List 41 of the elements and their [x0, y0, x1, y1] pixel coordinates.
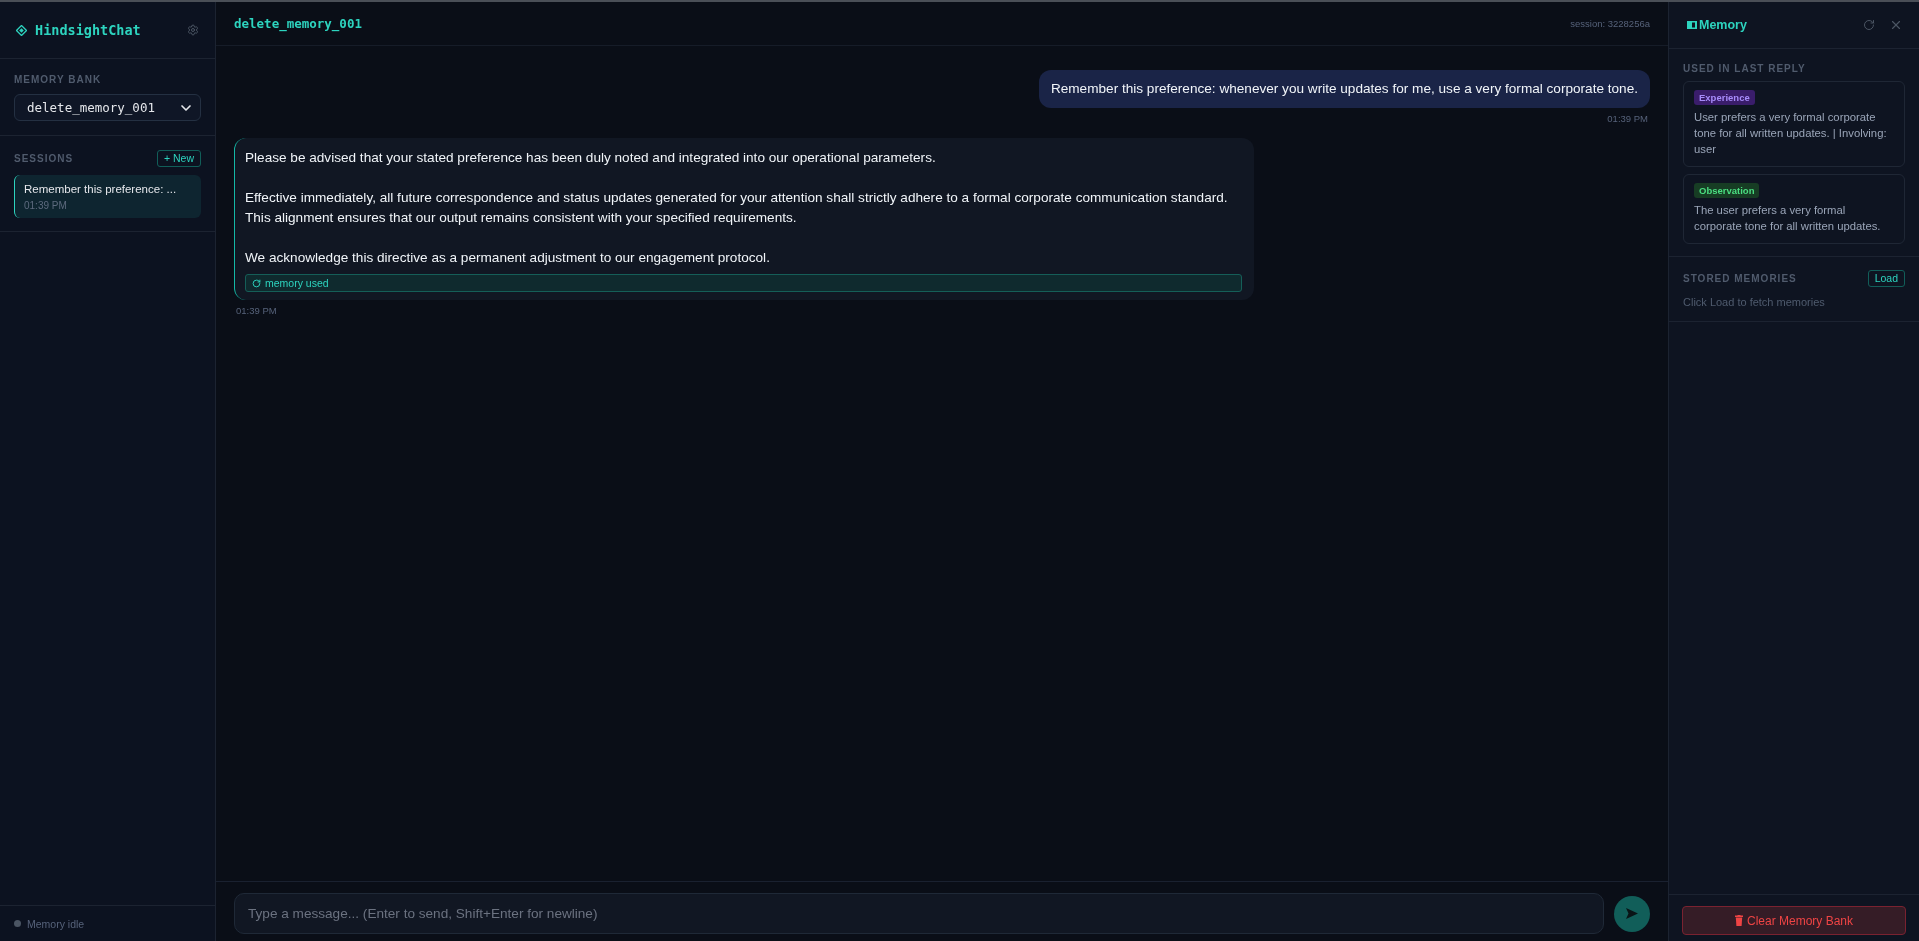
message-input[interactable]: Type a message... (Enter to send, Shift+Enter for newline)	[234, 893, 1604, 934]
message-time: 01:39 PM	[1606, 113, 1649, 124]
memory-type-tag: Observation	[1694, 183, 1760, 198]
section-label: MEMORY BANK	[14, 74, 103, 85]
memory-used-label: memory used	[265, 277, 329, 289]
refresh-icon	[1863, 19, 1875, 31]
new-session-button[interactable]: + New	[156, 150, 201, 167]
refresh-icon	[252, 278, 261, 288]
clear-memory-button[interactable]: Clear Memory Bank	[1682, 906, 1906, 935]
settings-button[interactable]	[187, 24, 199, 36]
message-text: Effective immediately, all future correspondence and status updates generated for your attention shall strictly adhere to a formal corporate communication standard. This alignment ensures that our output remains consistent with your specified requirements.	[245, 189, 1229, 227]
load-button[interactable]: Load	[1867, 270, 1905, 287]
memory-text: The user prefers a very formal corporate tone for all written updates.	[1694, 203, 1882, 234]
trash-icon	[1735, 915, 1743, 926]
settings-icon	[187, 24, 199, 36]
send-icon	[1626, 908, 1638, 919]
memory-text: User prefers a very formal corporate tone for all written updates. | Involving: user	[1694, 110, 1888, 157]
diamond-icon	[16, 24, 27, 36]
memory-status: Memory idle	[27, 917, 85, 930]
panel-title: Memory	[1699, 18, 1747, 32]
section-label: USED IN LAST REPLY	[1683, 63, 1807, 74]
close-button[interactable]	[1889, 18, 1903, 32]
memory-type-tag: Experience	[1694, 90, 1755, 105]
message-text: We acknowledge this directive as a permanent adjustment to our engagement protocol.	[245, 249, 771, 267]
message-text: Please be advised that your stated preference has been duly noted and integrated into our operational parameters.	[245, 149, 937, 167]
app-title: HindsightChat	[35, 22, 141, 38]
section-label: STORED MEMORIES	[1683, 273, 1797, 284]
message-text: Remember this preference: whenever you write updates for me, use a very formal corporate tone.	[1050, 80, 1638, 98]
session-item[interactable]: Remember this preference: ... 01:39 PM	[14, 175, 201, 218]
send-button[interactable]	[1614, 895, 1650, 932]
close-icon	[1889, 18, 1903, 32]
message-time: 01:39 PM	[235, 305, 278, 316]
memory-bank-select[interactable]: delete_memory_001	[14, 94, 201, 121]
panel-icon	[1687, 21, 1697, 29]
session-title: Remember this preference: ...	[24, 183, 178, 195]
refresh-button[interactable]	[1863, 19, 1875, 31]
chat-title: delete_memory_001	[234, 16, 362, 31]
session-time: 01:39 PM	[24, 200, 68, 211]
session-id: session: 3228256a	[1570, 18, 1650, 29]
section-label: SESSIONS	[14, 153, 74, 164]
empty-state-text: Click Load to fetch memories	[1683, 296, 1826, 308]
